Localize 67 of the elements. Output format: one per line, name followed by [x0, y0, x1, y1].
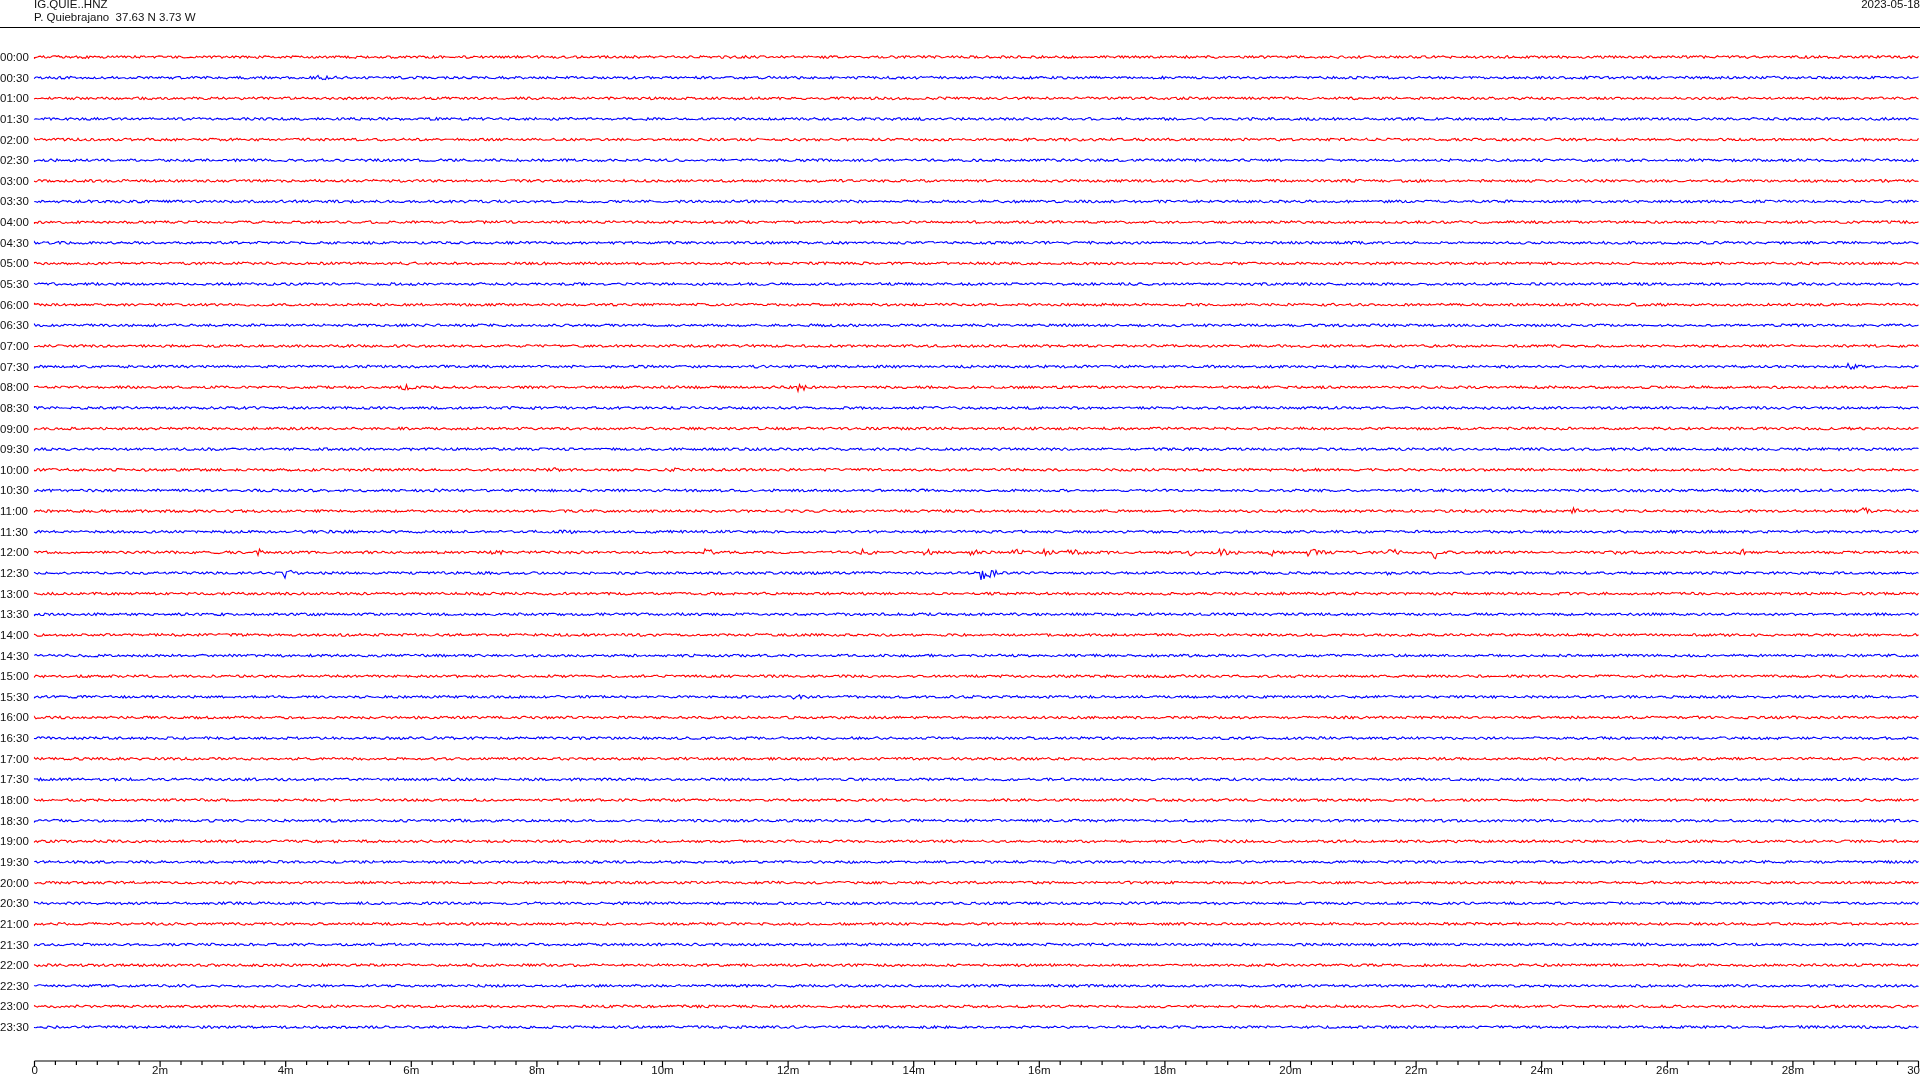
trace-time-label: 21:00: [0, 917, 29, 930]
trace-time-label: 02:00: [0, 133, 29, 146]
trace-time-label: 23:30: [0, 1021, 29, 1034]
trace-time-label: 01:00: [0, 92, 29, 105]
axis-tick-label: 0: [31, 1064, 38, 1076]
trace-time-label: 18:00: [0, 794, 29, 807]
trace-time-label: 20:00: [0, 876, 29, 889]
station-code: IG.QUIE..HNZ: [34, 0, 109, 11]
axis-tick-label: 26m: [1656, 1064, 1679, 1076]
trace-time-label: 22:00: [0, 959, 29, 972]
axis-tick-label: 18m: [1153, 1064, 1177, 1076]
trace-time-label: 03:00: [0, 174, 29, 187]
trace-time-label: 21:30: [0, 938, 29, 951]
trace-time-label: 08:30: [0, 401, 29, 414]
trace-time-label: 18:30: [0, 814, 29, 827]
trace-time-label: 05:30: [0, 278, 29, 291]
axis-tick-label: 8m: [528, 1064, 545, 1076]
trace-time-label: 00:00: [0, 51, 29, 63]
axis-tick-label: 30: [1907, 1064, 1920, 1076]
trace-time-label: 11:00: [0, 505, 28, 518]
trace-time-label: 05:00: [0, 257, 29, 270]
trace-time-label: 09:30: [0, 443, 29, 456]
trace-time-label: 13:30: [0, 608, 29, 621]
plot-date: 2023-05-18: [1861, 0, 1920, 10]
trace-time-label: 04:00: [0, 216, 29, 229]
trace-time-label: 15:30: [0, 690, 29, 703]
trace-time-label: 16:00: [0, 711, 29, 724]
trace-time-label: 00:30: [0, 71, 29, 84]
axis-tick-label: 2m: [152, 1064, 169, 1076]
trace-time-label: 15:00: [0, 670, 29, 683]
trace-time-label: 11:30: [0, 525, 28, 538]
trace-time-label: 14:00: [0, 628, 29, 641]
trace-time-label: 13:00: [0, 587, 29, 600]
trace-time-label: 17:00: [0, 752, 29, 765]
trace-time-label: 19:30: [0, 855, 29, 868]
trace-time-label: 07:00: [0, 339, 29, 352]
axis-tick-label: 20m: [1279, 1064, 1302, 1076]
trace-time-label: 19:00: [0, 835, 29, 848]
trace-time-label: 10:00: [0, 463, 29, 476]
axis-tick-label: 12m: [776, 1064, 800, 1076]
trace-time-label: 01:30: [0, 112, 29, 125]
axis-tick-label: 6m: [403, 1064, 420, 1076]
axis-tick-label: 28m: [1781, 1064, 1805, 1076]
axis-tick-label: 14m: [902, 1064, 925, 1076]
trace-time-label: 20:30: [0, 897, 29, 910]
axis-tick-label: 24m: [1530, 1064, 1553, 1076]
station-location: P. Quiebrajano 37.63 N 3.73 W: [34, 11, 196, 24]
trace-time-label: 16:30: [0, 732, 29, 745]
trace-time-label: 06:30: [0, 319, 29, 332]
trace-time-label: 12:30: [0, 567, 29, 579]
trace-time-label: 10:30: [0, 484, 29, 497]
trace-time-label: 08:00: [0, 381, 29, 394]
trace-time-label: 12:00: [0, 546, 29, 559]
axis-tick-label: 16m: [1028, 1064, 1051, 1076]
trace-time-label: 22:30: [0, 979, 29, 992]
trace-time-label: 07:30: [0, 360, 29, 373]
trace-time-label: 04:30: [0, 236, 29, 249]
axis-tick-label: 22m: [1404, 1064, 1428, 1076]
trace-time-label: 09:00: [0, 422, 29, 435]
axis-tick-label: 4m: [277, 1064, 294, 1076]
axis-tick-label: 10m: [651, 1064, 674, 1076]
trace-time-label: 02:30: [0, 154, 29, 167]
trace-time-label: 23:00: [0, 1000, 29, 1013]
trace-time-label: 03:30: [0, 195, 29, 208]
trace-time-label: 06:00: [0, 298, 29, 311]
trace-time-label: 14:30: [0, 649, 29, 662]
trace-time-label: 17:30: [0, 773, 29, 786]
